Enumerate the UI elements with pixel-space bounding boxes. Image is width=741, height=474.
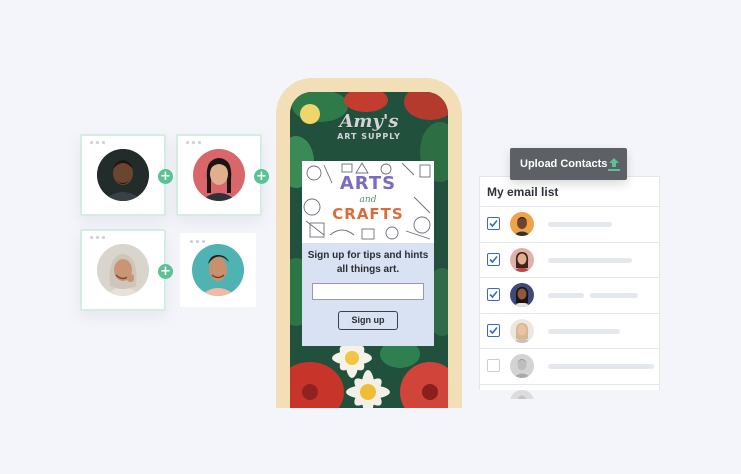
art-title-arts: ARTS (339, 173, 397, 194)
check-icon (489, 255, 498, 263)
contact-avatar (510, 283, 534, 307)
list-item[interactable] (480, 314, 659, 349)
contact-card[interactable] (80, 134, 166, 216)
row-checkbox[interactable] (487, 323, 500, 337)
card-menu-dots[interactable] (186, 141, 201, 144)
add-contact-plus-icon[interactable]: + (254, 169, 269, 184)
check-icon (489, 219, 498, 228)
phone-mockup: Amy's ART SUPPLY ARTS and CRAFTS Sign up… (276, 78, 462, 408)
email-list-panel: My email list (479, 176, 660, 399)
brand-logo: Amy's ART SUPPLY (290, 112, 448, 142)
row-checkbox[interactable] (487, 288, 500, 301)
email-list-title: My email list (480, 177, 659, 207)
contact-name-placeholder (548, 257, 632, 263)
add-contact-plus-icon[interactable]: + (158, 169, 173, 184)
person-avatar-icon (510, 318, 534, 343)
person-avatar-icon (97, 149, 149, 201)
contact-avatar (510, 354, 534, 378)
signup-tagline: Sign up for tips and hints all things ar… (307, 250, 429, 275)
upload-icon (608, 158, 620, 171)
check-icon (489, 326, 498, 334)
person-avatar-icon (97, 244, 149, 296)
contact-name-placeholder (548, 222, 612, 227)
contact-avatar (510, 318, 534, 343)
signup-button[interactable]: Sign up (338, 311, 398, 330)
signup-popup: ARTS and CRAFTS Sign up for tips and hin… (302, 161, 434, 346)
person-avatar-icon (510, 247, 534, 272)
art-title-crafts: CRAFTS (332, 205, 404, 223)
email-input[interactable] (312, 283, 424, 300)
card-menu-dots[interactable] (90, 141, 105, 144)
brand-subtitle: ART SUPPLY (337, 132, 401, 141)
check-icon (489, 290, 498, 299)
upload-contacts-label: Upload Contacts (520, 158, 608, 170)
brand-name: Amy's (339, 111, 399, 132)
contact-card[interactable] (180, 233, 256, 307)
arts-crafts-illustration: ARTS and CRAFTS (302, 161, 434, 243)
contact-avatar (510, 212, 534, 236)
contact-email-placeholder (590, 293, 638, 298)
card-menu-dots[interactable] (90, 236, 105, 239)
row-checkbox[interactable] (487, 252, 500, 266)
list-item[interactable] (480, 349, 659, 385)
upload-contacts-button[interactable]: Upload Contacts (510, 148, 627, 180)
contact-name-placeholder (548, 364, 654, 369)
art-title-and: and (359, 195, 377, 205)
person-avatar-icon (192, 244, 244, 296)
list-item[interactable] (480, 207, 659, 243)
contact-avatar (510, 389, 534, 399)
card-menu-dots[interactable] (190, 240, 205, 243)
contact-name-placeholder (548, 293, 584, 298)
person-avatar-icon (510, 354, 534, 378)
person-avatar-icon (510, 212, 534, 236)
person-avatar-icon (510, 389, 534, 399)
list-item[interactable] (480, 278, 659, 314)
person-avatar-icon (510, 283, 534, 307)
contact-name-placeholder (548, 328, 620, 334)
contact-avatar (510, 247, 534, 272)
contact-card[interactable] (176, 134, 262, 216)
list-item[interactable] (480, 385, 659, 399)
row-checkbox[interactable] (487, 359, 500, 372)
row-checkbox[interactable] (487, 217, 500, 230)
person-avatar-icon (193, 149, 245, 201)
phone-screen: Amy's ART SUPPLY ARTS and CRAFTS Sign up… (290, 92, 448, 408)
list-item[interactable] (480, 243, 659, 278)
contact-card[interactable] (80, 229, 166, 311)
add-contact-plus-icon[interactable]: + (158, 264, 173, 279)
